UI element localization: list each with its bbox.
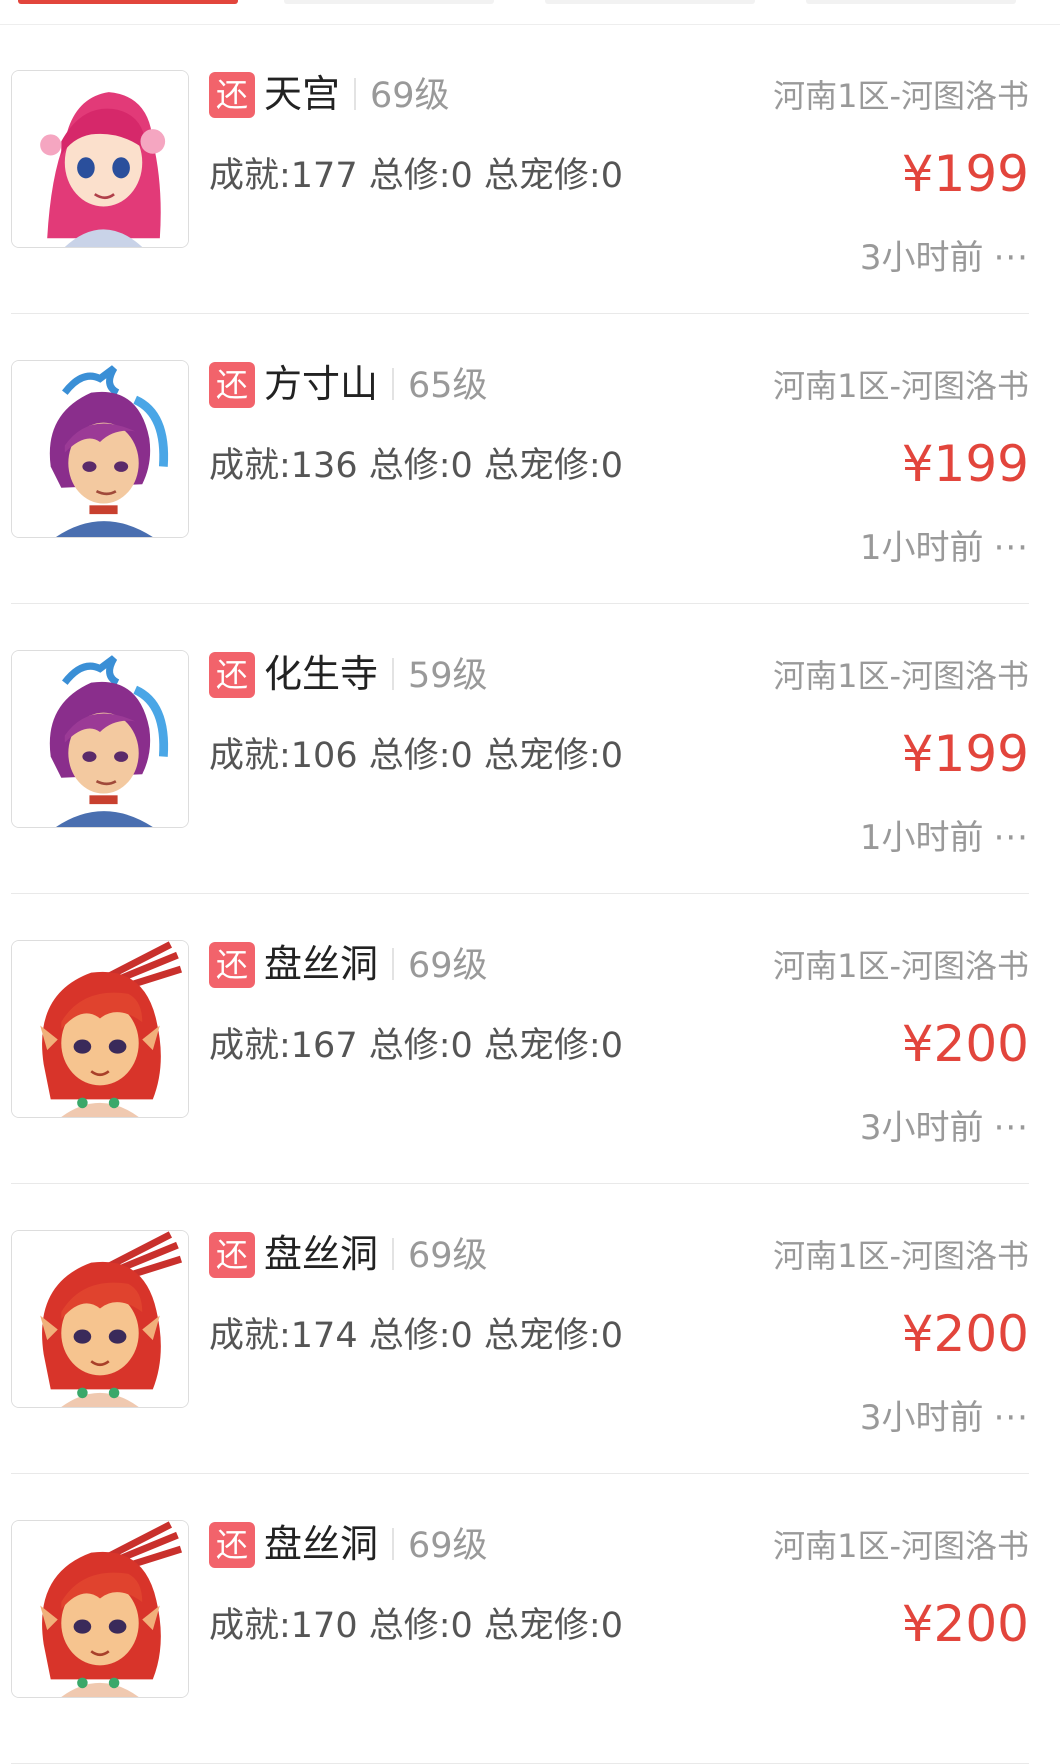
return-tag: 还	[209, 362, 255, 408]
level-label: 69级	[408, 1236, 488, 1276]
tab-indicator[interactable]	[545, 0, 755, 4]
red-hair-elf-girl-icon	[12, 941, 188, 1117]
avatar[interactable]	[11, 360, 189, 538]
stats-text: 成就:136 总修:0 总宠修:0	[209, 446, 623, 486]
avatar[interactable]	[11, 650, 189, 828]
tab-indicator[interactable]	[806, 0, 1016, 4]
return-tag: 还	[209, 1522, 255, 1568]
avatar[interactable]	[11, 940, 189, 1118]
level-label: 59级	[408, 656, 488, 696]
purple-hair-boy-icon	[12, 361, 188, 537]
stats-text: 成就:177 总修:0 总宠修:0	[209, 156, 623, 196]
server-label: 河南1区-河图洛书	[773, 657, 1029, 695]
price: ¥199	[901, 435, 1029, 493]
divider	[392, 1527, 395, 1560]
more-icon[interactable]: ···	[994, 528, 1029, 568]
divider	[392, 367, 395, 400]
tab-indicator-active[interactable]	[18, 0, 238, 4]
time-ago: 3小时前	[859, 1398, 984, 1438]
school-name: 盘丝洞	[264, 942, 379, 986]
purple-hair-boy-icon	[12, 651, 188, 827]
tab-indicator[interactable]	[284, 0, 494, 4]
price: ¥200	[901, 1015, 1029, 1073]
character-title: 天宫 69级	[264, 68, 450, 122]
time-row: 1小时前 ···	[860, 528, 1029, 568]
return-tag: 还	[209, 1232, 255, 1278]
time-ago: 1小时前	[859, 818, 984, 858]
listing-row[interactable]: 还 盘丝洞 69级 河南1区-河图洛书 成就:170 总修:0 总宠修:0 ¥20…	[11, 1474, 1029, 1764]
level-label: 69级	[370, 76, 450, 116]
stats-text: 成就:106 总修:0 总宠修:0	[209, 736, 623, 776]
time-ago: 1小时前	[859, 528, 984, 568]
avatar[interactable]	[11, 1230, 189, 1408]
more-icon[interactable]: ···	[994, 1398, 1029, 1438]
more-icon[interactable]: ···	[994, 818, 1029, 858]
divider	[354, 77, 357, 110]
level-label: 65级	[408, 366, 488, 406]
listing-row[interactable]: 还 方寸山 65级 河南1区-河图洛书 成就:136 总修:0 总宠修:0 ¥19…	[11, 314, 1029, 604]
return-tag: 还	[209, 652, 255, 698]
return-tag: 还	[209, 72, 255, 118]
time-row: 3小时前 ···	[860, 1398, 1029, 1438]
server-label: 河南1区-河图洛书	[773, 947, 1029, 985]
divider	[392, 947, 395, 980]
server-label: 河南1区-河图洛书	[773, 1527, 1029, 1565]
character-title: 盘丝洞 69级	[264, 1518, 488, 1572]
school-name: 盘丝洞	[264, 1232, 379, 1276]
more-icon[interactable]: ···	[994, 1108, 1029, 1148]
pink-hair-girl-icon	[12, 71, 188, 247]
price: ¥199	[901, 725, 1029, 783]
return-tag: 还	[209, 942, 255, 988]
school-name: 天宫	[264, 72, 341, 116]
listing-row[interactable]: 还 化生寺 59级 河南1区-河图洛书 成就:106 总修:0 总宠修:0 ¥19…	[11, 604, 1029, 894]
server-label: 河南1区-河图洛书	[773, 367, 1029, 405]
server-label: 河南1区-河图洛书	[773, 1237, 1029, 1275]
price: ¥200	[901, 1595, 1029, 1653]
school-name: 盘丝洞	[264, 1522, 379, 1566]
more-icon[interactable]: ···	[994, 238, 1029, 278]
school-name: 方寸山	[264, 362, 379, 406]
character-title: 化生寺 59级	[264, 648, 488, 702]
level-label: 69级	[408, 1526, 488, 1566]
time-ago: 3小时前	[859, 1108, 984, 1148]
time-row: 3小时前 ···	[860, 1108, 1029, 1148]
school-name: 化生寺	[264, 652, 379, 696]
listing-row[interactable]: 还 天宫 69级 河南1区-河图洛书 成就:177 总修:0 总宠修:0 ¥199…	[11, 24, 1029, 314]
red-hair-elf-girl-icon	[12, 1231, 188, 1407]
divider	[392, 657, 395, 690]
listing-row[interactable]: 还 盘丝洞 69级 河南1区-河图洛书 成就:174 总修:0 总宠修:0 ¥20…	[11, 1184, 1029, 1474]
stats-text: 成就:170 总修:0 总宠修:0	[209, 1606, 623, 1646]
level-label: 69级	[408, 946, 488, 986]
character-title: 方寸山 65级	[264, 358, 488, 412]
stats-text: 成就:167 总修:0 总宠修:0	[209, 1026, 623, 1066]
top-tab-bar	[0, 0, 1060, 25]
character-title: 盘丝洞 69级	[264, 938, 488, 992]
price: ¥200	[901, 1305, 1029, 1363]
price: ¥199	[901, 145, 1029, 203]
listing-list: 还 天宫 69级 河南1区-河图洛书 成就:177 总修:0 总宠修:0 ¥199…	[0, 24, 1060, 1764]
server-label: 河南1区-河图洛书	[773, 77, 1029, 115]
avatar[interactable]	[11, 70, 189, 248]
avatar[interactable]	[11, 1520, 189, 1698]
stats-text: 成就:174 总修:0 总宠修:0	[209, 1316, 623, 1356]
divider	[392, 1237, 395, 1270]
red-hair-elf-girl-icon	[12, 1521, 188, 1697]
listing-row[interactable]: 还 盘丝洞 69级 河南1区-河图洛书 成就:167 总修:0 总宠修:0 ¥20…	[11, 894, 1029, 1184]
time-row: 1小时前 ···	[860, 818, 1029, 858]
character-title: 盘丝洞 69级	[264, 1228, 488, 1282]
time-ago: 3小时前	[859, 238, 984, 278]
time-row: 3小时前 ···	[860, 238, 1029, 278]
